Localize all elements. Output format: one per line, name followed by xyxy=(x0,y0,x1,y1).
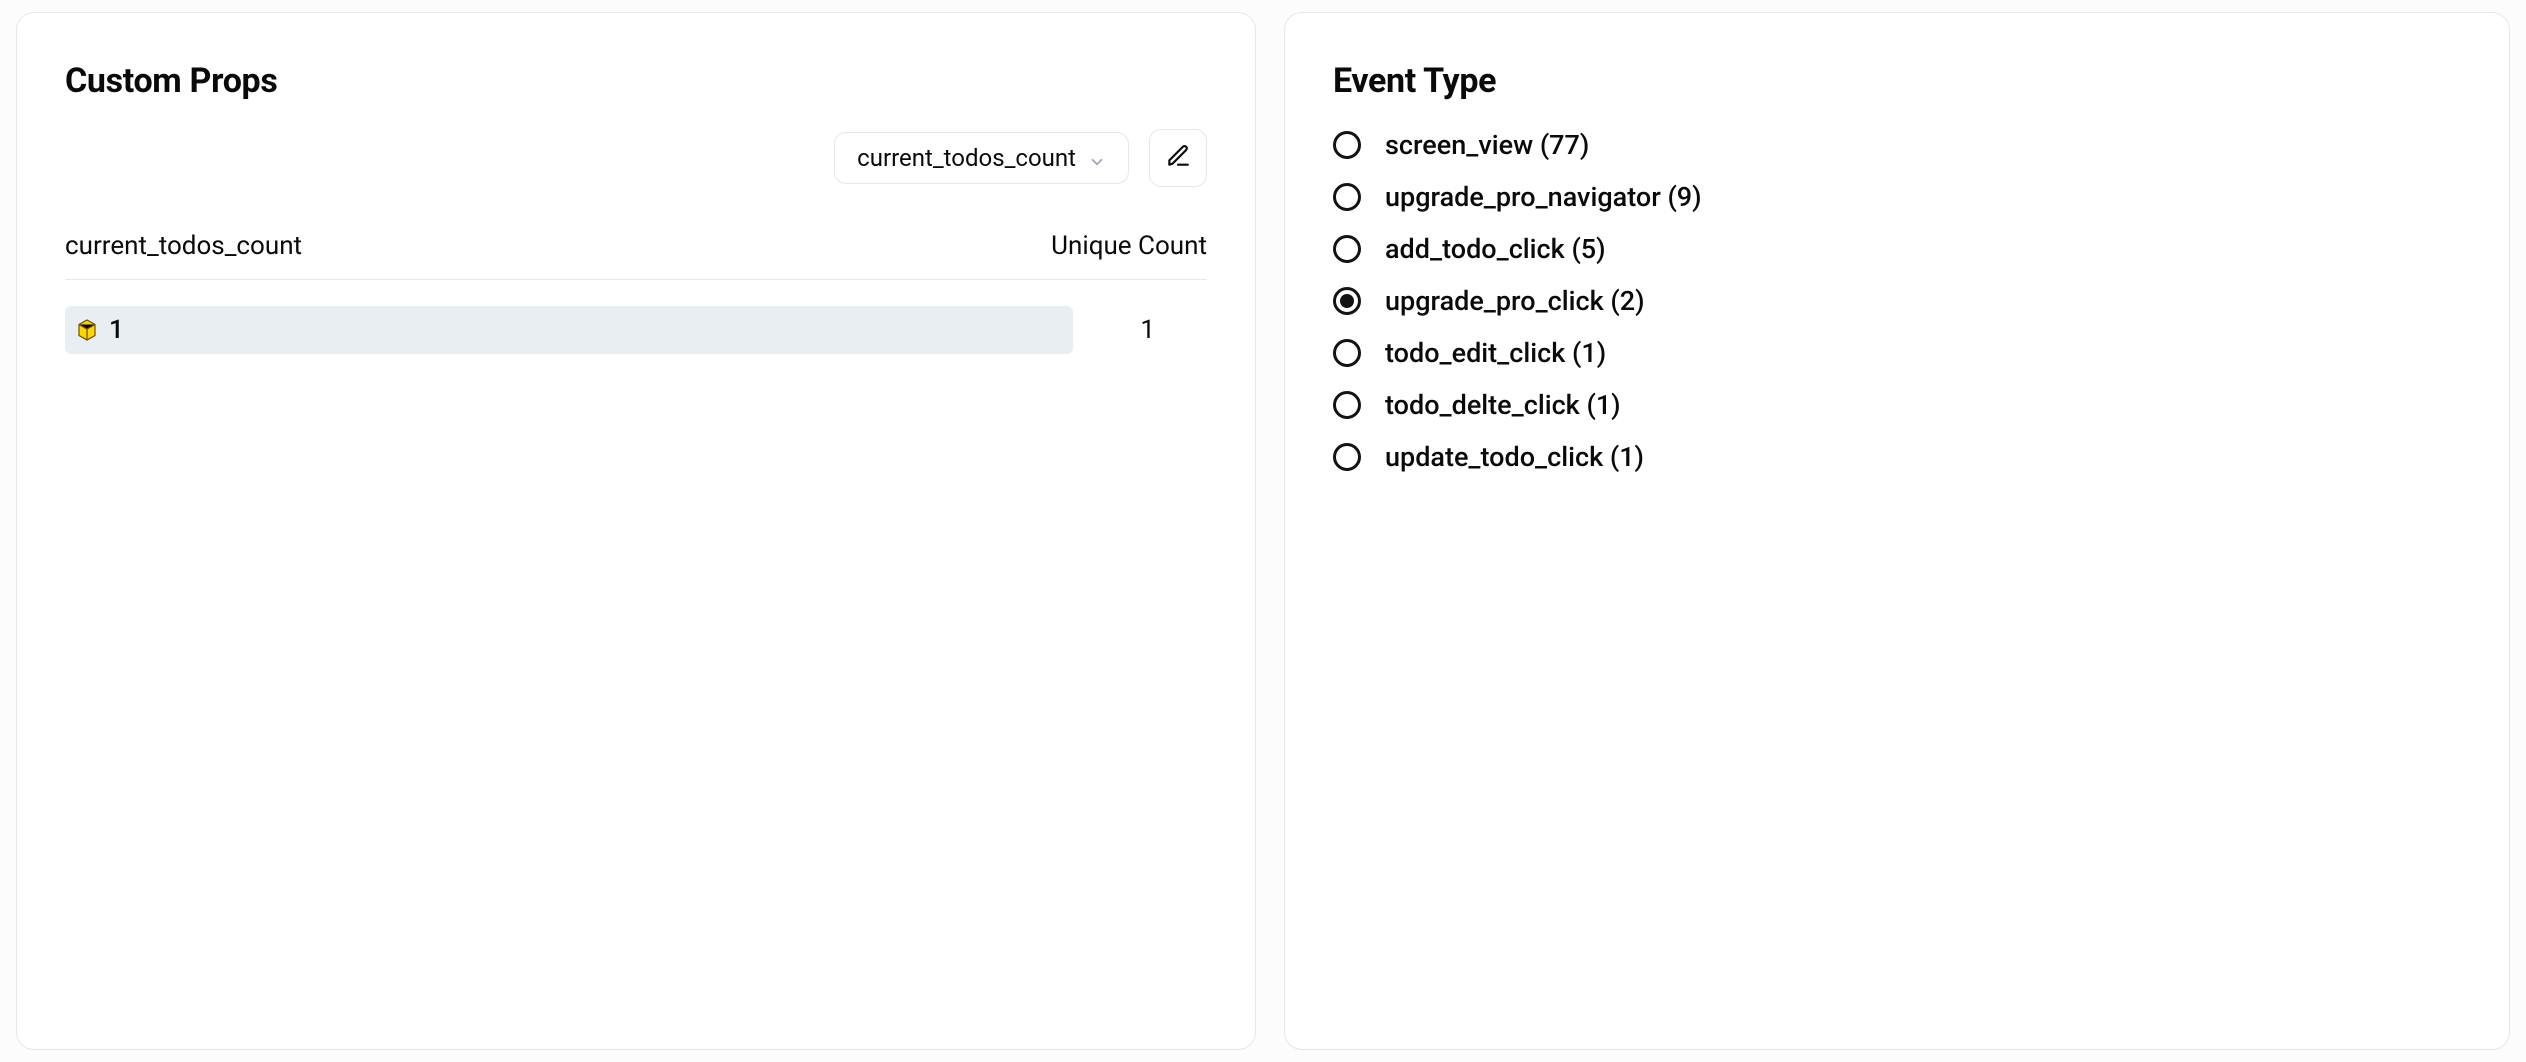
event-type-option-label: upgrade_pro_click xyxy=(1385,285,1604,317)
prop-key-dropdown[interactable]: current_todos_count xyxy=(834,132,1129,184)
event-type-radio-group: screen_view (77) upgrade_pro_navigator (9… xyxy=(1333,129,2461,473)
event-type-option[interactable]: upgrade_pro_click (2) xyxy=(1333,285,2461,317)
event-type-option[interactable]: upgrade_pro_navigator (9) xyxy=(1333,181,2461,213)
props-column-count: Unique Count xyxy=(1051,231,1207,261)
prop-value: 1 xyxy=(109,315,124,345)
prop-unique-count: 1 xyxy=(1140,315,1207,345)
radio-icon xyxy=(1333,443,1361,471)
radio-icon xyxy=(1333,391,1361,419)
event-type-title: Event Type xyxy=(1333,61,2461,101)
radio-icon xyxy=(1333,131,1361,159)
custom-props-card: Custom Props current_todos_count xyxy=(16,12,1256,1050)
radio-icon xyxy=(1333,287,1361,315)
radio-icon xyxy=(1333,183,1361,211)
event-type-card: Event Type screen_view (77) upgrade_pro_n… xyxy=(1284,12,2510,1050)
event-type-option[interactable]: update_todo_click (1) xyxy=(1333,441,2461,473)
table-row[interactable]: 11 xyxy=(65,306,1207,354)
custom-props-toolbar: current_todos_count xyxy=(65,129,1207,187)
event-type-option-text: update_todo_click (1) xyxy=(1385,441,1644,473)
custom-props-title: Custom Props xyxy=(65,61,1207,101)
event-type-option-text: todo_edit_click (1) xyxy=(1385,337,1606,369)
event-type-option-label: upgrade_pro_navigator xyxy=(1385,181,1661,213)
event-type-option-label: todo_delte_click xyxy=(1385,389,1580,421)
event-type-option-count: (1) xyxy=(1603,441,1644,473)
edit-button[interactable] xyxy=(1149,129,1207,187)
event-type-option-count: (77) xyxy=(1533,129,1589,161)
event-type-option-text: add_todo_click (5) xyxy=(1385,233,1606,265)
event-type-option-text: screen_view (77) xyxy=(1385,129,1589,161)
event-type-option[interactable]: todo_delte_click (1) xyxy=(1333,389,2461,421)
event-type-option-label: update_todo_click xyxy=(1385,441,1603,473)
radio-icon xyxy=(1333,339,1361,367)
event-type-option[interactable]: todo_edit_click (1) xyxy=(1333,337,2461,369)
cube-icon xyxy=(75,318,99,342)
chevron-down-icon xyxy=(1088,149,1106,167)
event-type-option-text: upgrade_pro_click (2) xyxy=(1385,285,1645,317)
event-type-option-label: add_todo_click xyxy=(1385,233,1565,265)
radio-icon xyxy=(1333,235,1361,263)
event-type-option-count: (9) xyxy=(1661,181,1702,213)
event-type-option[interactable]: screen_view (77) xyxy=(1333,129,2461,161)
event-type-option-count: (1) xyxy=(1565,337,1606,369)
prop-key-dropdown-value: current_todos_count xyxy=(857,144,1076,172)
event-type-option-label: todo_edit_click xyxy=(1385,337,1565,369)
props-table-header: current_todos_count Unique Count xyxy=(65,231,1207,280)
props-column-key: current_todos_count xyxy=(65,231,302,261)
event-type-option[interactable]: add_todo_click (5) xyxy=(1333,233,2461,265)
pencil-square-icon xyxy=(1165,143,1191,173)
props-table-body: 11 xyxy=(65,306,1207,354)
event-type-option-count: (2) xyxy=(1604,285,1645,317)
event-type-option-count: (5) xyxy=(1565,233,1606,265)
event-type-option-text: upgrade_pro_navigator (9) xyxy=(1385,181,1702,213)
prop-value-bar: 1 xyxy=(65,306,1073,354)
event-type-option-count: (1) xyxy=(1580,389,1621,421)
event-type-option-text: todo_delte_click (1) xyxy=(1385,389,1621,421)
event-type-option-label: screen_view xyxy=(1385,129,1533,161)
